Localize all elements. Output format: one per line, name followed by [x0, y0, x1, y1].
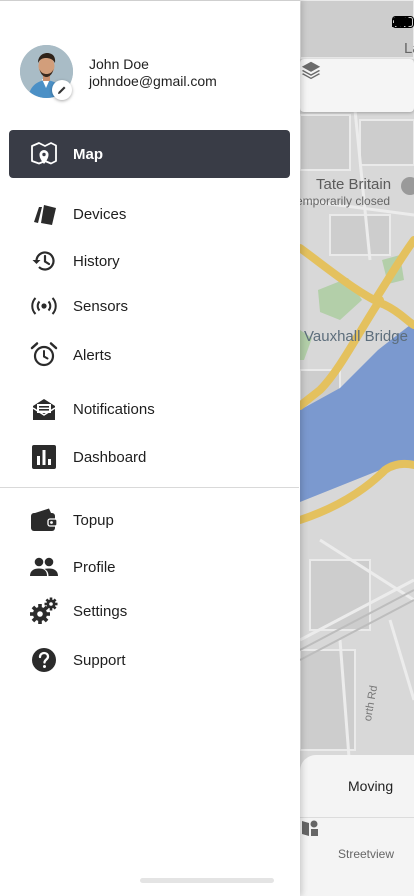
- bottom-nav: Streetview: [300, 817, 414, 896]
- user-name: John Doe: [89, 56, 149, 72]
- nav-item-alerts[interactable]: Alerts: [9, 332, 290, 378]
- alarm-clock-icon: [30, 341, 58, 369]
- drawer-divider: [0, 487, 299, 488]
- sensors-icon: [30, 292, 58, 320]
- nav-item-support[interactable]: Support: [9, 637, 290, 683]
- nav-label-history: History: [73, 252, 120, 270]
- layers-icon: [301, 61, 321, 80]
- nav-item-settings[interactable]: Settings: [9, 588, 290, 634]
- people-icon: [30, 553, 58, 581]
- map-label-tate-status: emporarily closed: [296, 194, 391, 208]
- nav-item-dashboard[interactable]: Dashboard: [9, 434, 290, 480]
- nav-item-notifications[interactable]: Notifications: [9, 386, 290, 432]
- nav-label-devices: Devices: [73, 205, 127, 223]
- streetview-tab[interactable]: Streetview: [300, 818, 414, 868]
- nav-label-sensors: Sensors: [73, 297, 129, 315]
- notifications-icon: [30, 395, 58, 423]
- nav-label-notifications: Notifications: [73, 400, 155, 418]
- nav-item-history[interactable]: History: [9, 238, 290, 284]
- nav-label-support: Support: [73, 651, 126, 669]
- history-icon: [30, 247, 58, 275]
- vehicle-status-card[interactable]: Moving: [300, 755, 414, 817]
- streetview-label: Streetview: [338, 847, 395, 861]
- streetview-icon: [302, 820, 318, 836]
- nav-label-alerts: Alerts: [73, 346, 112, 364]
- nav-label-dashboard: Dashboard: [73, 448, 147, 466]
- status-bar: [294, 0, 414, 46]
- user-email: johndoe@gmail.com: [89, 73, 217, 89]
- nav-item-sensors[interactable]: Sensors: [9, 283, 290, 329]
- home-indicator[interactable]: [140, 878, 274, 883]
- nav-item-map[interactable]: Map: [9, 130, 290, 178]
- nav-label-topup: Topup: [73, 511, 114, 529]
- nav-label-map: Map: [73, 145, 103, 163]
- nav-item-devices[interactable]: Devices: [9, 191, 290, 237]
- wallet-icon: [30, 506, 58, 534]
- map-icon: [30, 140, 58, 168]
- devices-icon: [30, 200, 58, 228]
- battery-icon: [392, 16, 414, 28]
- pencil-icon: [58, 86, 66, 94]
- map-label-tate-britain[interactable]: Tate Britain: [316, 176, 391, 193]
- help-icon: [30, 646, 58, 674]
- nav-label-profile: Profile: [73, 558, 116, 576]
- nav-label-settings: Settings: [73, 602, 128, 620]
- edit-avatar-button[interactable]: [52, 80, 72, 100]
- map-label-vauxhall-bridge: Vauxhall Bridge: [304, 328, 408, 345]
- layers-button[interactable]: [300, 59, 414, 112]
- nav-item-profile[interactable]: Profile: [9, 544, 290, 590]
- nav-item-topup[interactable]: Topup: [9, 497, 290, 543]
- gears-icon: [30, 597, 58, 625]
- navigation-drawer: John Doe johndoe@gmail.com Map Devices H…: [0, 0, 300, 896]
- user-profile-header[interactable]: John Doe johndoe@gmail.com: [20, 45, 290, 101]
- dashboard-icon: [30, 443, 58, 471]
- vehicle-status-label: Moving: [348, 778, 394, 794]
